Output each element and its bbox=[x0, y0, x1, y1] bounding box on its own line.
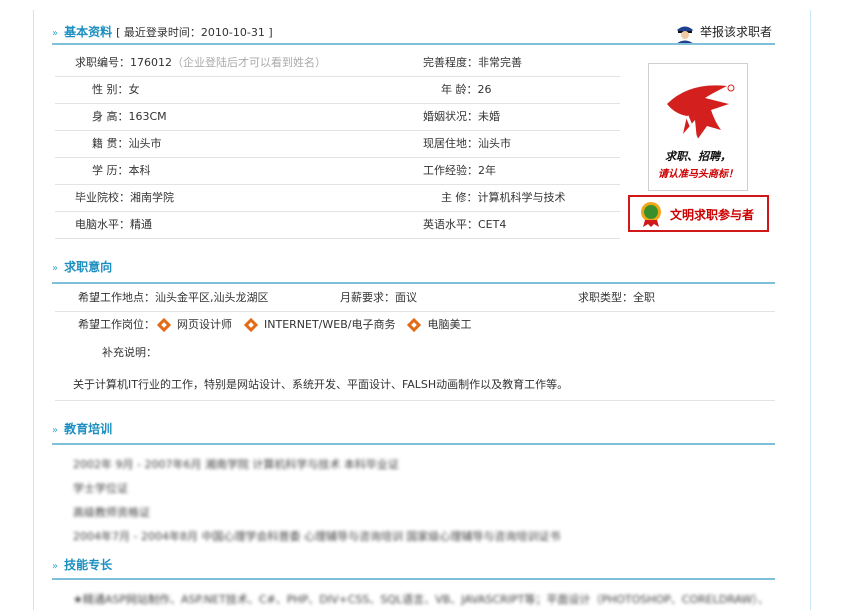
basic-row-1: 求职编号：176012（企业登陆后才可以看到姓名） 完善程度：非常完善 bbox=[55, 50, 620, 77]
basic-section-header: » 基本资料[ 最近登录时间：2010-10-31 ] bbox=[52, 22, 273, 42]
education-line: 2004年7月 - 2004年8月 中国心理学会科普委 心理辅导与咨询培训 国家… bbox=[73, 530, 561, 543]
origin-label: 籍 贯： bbox=[92, 137, 129, 150]
diamond-bullet-icon bbox=[407, 317, 422, 333]
location-label: 希望工作地点： bbox=[78, 291, 155, 304]
marital-label: 婚姻状况： bbox=[423, 110, 478, 123]
salary-value: 面议 bbox=[395, 291, 417, 304]
basic-row-3: 身 高：163CM 婚姻状况：未婚 bbox=[55, 104, 620, 131]
height-label: 身 高： bbox=[92, 110, 129, 123]
basic-section-title: 基本资料 bbox=[64, 25, 113, 39]
english-label: 英语水平： bbox=[423, 218, 478, 231]
basic-row-5: 学 历：本科 工作经验：2年 bbox=[55, 158, 620, 185]
badge-label: 文明求职参与者 bbox=[670, 208, 755, 222]
exp-value: 2年 bbox=[478, 164, 496, 177]
complete-label: 完善程度： bbox=[423, 56, 478, 69]
double-arrow-icon: » bbox=[52, 561, 59, 572]
diamond-bullet-icon bbox=[243, 317, 259, 333]
last-login: [ 最近登录时间：2010-10-31 ] bbox=[116, 26, 273, 39]
intent-row-1: 希望工作地点：汕头金平区,汕头龙湖区 月薪要求：面议 求职类型：全职 bbox=[55, 285, 775, 312]
gender-label: 性 别： bbox=[92, 83, 129, 96]
location-value: 汕头金平区,汕头龙湖区 bbox=[155, 291, 269, 304]
report-seeker-link[interactable]: 举报该求职者 bbox=[674, 20, 772, 44]
education-rule bbox=[52, 443, 775, 445]
intent-divider bbox=[55, 400, 775, 401]
skills-rule bbox=[52, 578, 775, 580]
id-note: （企业登陆后才可以看到姓名） bbox=[172, 56, 326, 69]
education-line: 2002年 9月 - 2007年6月 湘南学院 计算机科学与技术 本科毕业证 bbox=[73, 458, 399, 471]
edu-value: 本科 bbox=[128, 164, 151, 177]
skills-section-header: » 技能专长 bbox=[52, 555, 112, 575]
photo-slogan-1: 求职、招聘， bbox=[665, 150, 731, 163]
id-label: 求职编号： bbox=[75, 56, 130, 69]
type-label: 求职类型： bbox=[578, 291, 633, 304]
civilized-seeker-badge: 文明求职参与者 bbox=[628, 195, 769, 232]
education-section-title: 教育培训 bbox=[64, 422, 113, 436]
id-value: 176012 bbox=[130, 56, 172, 69]
post-item: INTERNET/WEB/电子商务 bbox=[264, 318, 396, 331]
basic-rule bbox=[52, 43, 775, 45]
age-value: 26 bbox=[477, 83, 492, 96]
intent-rule bbox=[52, 282, 775, 284]
salary-label: 月薪要求： bbox=[340, 291, 395, 304]
education-line: 高级教师资格证 bbox=[73, 506, 150, 519]
double-arrow-icon: » bbox=[52, 263, 59, 274]
photo-slogan-2: 请认准马头商标！ bbox=[658, 169, 738, 180]
double-arrow-icon: » bbox=[52, 28, 59, 39]
edu-label: 学 历： bbox=[92, 164, 129, 177]
double-arrow-icon: » bbox=[52, 425, 59, 436]
computer-value: 精通 bbox=[130, 218, 152, 231]
intent-section-header: » 求职意向 bbox=[52, 257, 112, 277]
skills-section-title: 技能专长 bbox=[64, 558, 113, 572]
medal-icon bbox=[641, 202, 661, 227]
height-value: 163CM bbox=[128, 110, 167, 123]
school-value: 湘南学院 bbox=[130, 191, 174, 204]
extra-text: 关于计算机IT行业的工作，特别是网站设计、系统开发、平面设计、FALSH动画制作… bbox=[73, 378, 569, 391]
residence-label: 现居住地： bbox=[423, 137, 478, 150]
police-officer-icon bbox=[674, 22, 696, 44]
marital-value: 未婚 bbox=[478, 110, 500, 123]
major-label: 主 修： bbox=[441, 191, 478, 204]
school-label: 毕业院校： bbox=[75, 191, 130, 204]
major-value: 计算机科学与技术 bbox=[477, 191, 566, 204]
basic-row-2: 性 别：女 年 龄：26 bbox=[55, 77, 620, 104]
intent-row-2: 希望工作岗位： 网页设计师 INTERNET/WEB/电子商务 电脑美工 bbox=[55, 312, 775, 338]
basic-row-4: 籍 贯：汕头市 现居住地：汕头市 bbox=[55, 131, 620, 158]
exp-label: 工作经验： bbox=[423, 164, 478, 177]
diamond-bullet-icon bbox=[156, 317, 172, 333]
education-section-header: » 教育培训 bbox=[52, 419, 112, 439]
posts-label: 希望工作岗位： bbox=[78, 318, 155, 331]
basic-row-7: 电脑水平：精通 英语水平：CET4 bbox=[55, 212, 620, 239]
complete-value: 非常完善 bbox=[478, 56, 522, 69]
profile-photo-placeholder: 求职、招聘， 请认准马头商标！ bbox=[648, 63, 748, 191]
post-item: 电脑美工 bbox=[427, 318, 472, 331]
intent-section-title: 求职意向 bbox=[64, 260, 113, 274]
type-value: 全职 bbox=[633, 291, 655, 304]
extra-label: 补充说明： bbox=[102, 346, 157, 359]
skills-line: ★精通ASP网站制作、ASP.NET技术、C#、PHP、DIV+CSS、SQL语… bbox=[73, 593, 769, 606]
english-value: CET4 bbox=[478, 218, 507, 231]
computer-label: 电脑水平： bbox=[75, 218, 130, 231]
post-item: 网页设计师 bbox=[177, 318, 232, 331]
basic-row-6: 毕业院校：湘南学院 主 修：计算机科学与技术 bbox=[55, 185, 620, 212]
gender-value: 女 bbox=[128, 83, 140, 96]
report-label: 举报该求职者 bbox=[700, 25, 773, 39]
origin-value: 汕头市 bbox=[128, 137, 162, 150]
age-label: 年 龄： bbox=[441, 83, 478, 96]
education-line: 学士学位证 bbox=[73, 482, 128, 495]
residence-value: 汕头市 bbox=[478, 137, 511, 150]
